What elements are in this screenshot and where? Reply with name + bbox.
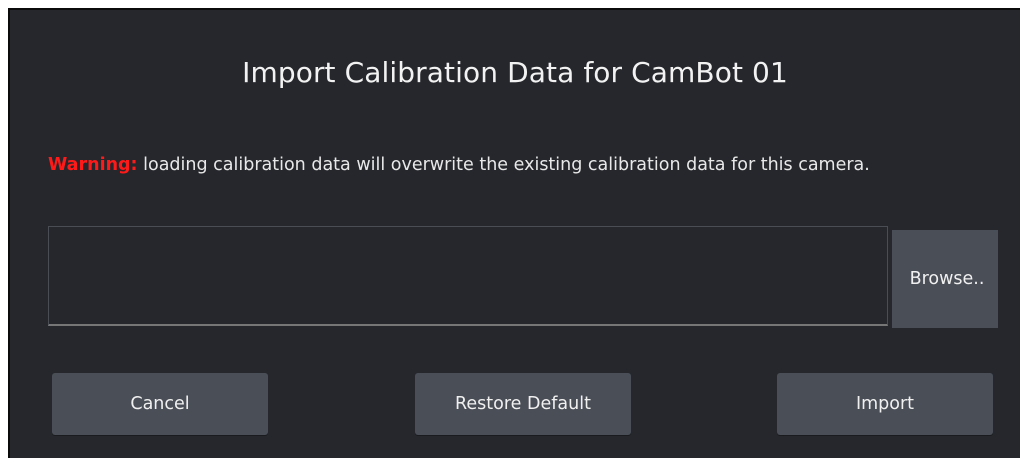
warning-message: Warning: loading calibration data will o… xyxy=(48,150,968,180)
restore-default-button[interactable]: Restore Default xyxy=(415,373,631,435)
browse-button[interactable]: Browse.. xyxy=(892,230,998,328)
file-path-input[interactable] xyxy=(48,226,888,326)
warning-label: Warning: xyxy=(48,155,138,175)
import-button[interactable]: Import xyxy=(777,373,993,435)
warning-text: loading calibration data will overwrite … xyxy=(137,155,870,175)
cancel-button[interactable]: Cancel xyxy=(52,373,268,435)
import-calibration-dialog: Import Calibration Data for CamBot 01 Wa… xyxy=(8,8,1020,458)
dialog-title: Import Calibration Data for CamBot 01 xyxy=(242,56,788,89)
